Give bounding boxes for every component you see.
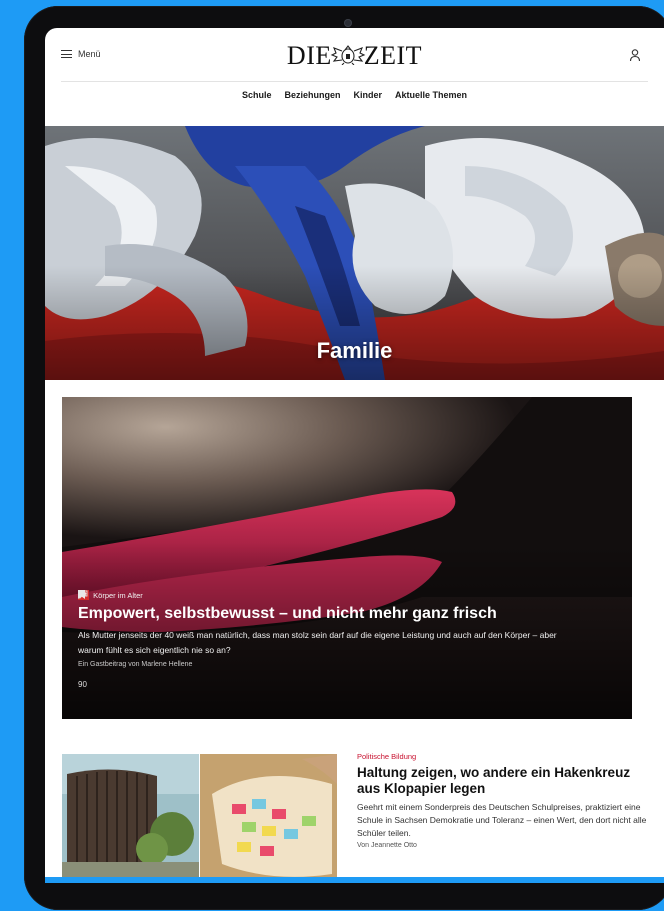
bookmark-icon[interactable]: [78, 590, 85, 599]
logo-text-right: ZEIT: [363, 41, 423, 70]
featured-headline[interactable]: Empowert, selbstbewusst – und nicht mehr…: [78, 604, 562, 624]
zeit-logo[interactable]: DIE ZEIT: [45, 41, 664, 71]
header-divider: [61, 81, 648, 82]
section-title: Familie: [316, 338, 393, 363]
featured-author: Ein Gastbeitrag von Marlene Hellene: [78, 661, 193, 668]
featured-article-text: Z+ Körper im Alter Empowert, selbstbewus…: [78, 590, 562, 689]
featured-article[interactable]: Z+ Körper im Alter Empowert, selbstbewus…: [62, 397, 632, 719]
article2-image[interactable]: [62, 754, 337, 883]
nav-item-aktuelle-themen[interactable]: Aktuelle Themen: [395, 90, 467, 100]
sub-navigation: Schule Beziehungen Kinder Aktuelle Theme…: [45, 90, 664, 100]
featured-summary: Als Mutter jenseits der 40 weiß man natü…: [78, 630, 557, 655]
user-icon[interactable]: [629, 48, 641, 62]
article2-summary: Geehrt mit einem Sonderpreis des Deutsch…: [357, 802, 647, 838]
hero-banner: Familie: [45, 126, 664, 380]
comments-link[interactable]: 90: [78, 590, 88, 689]
site-header: Menü DIE ZEIT: [45, 28, 664, 82]
logo-text-left: DIE: [286, 41, 332, 70]
article2-photo: [62, 754, 337, 883]
screen: Menü DIE ZEIT Schule Beziehungen Kinder: [45, 28, 664, 883]
featured-kicker-label: Körper im Alter: [93, 590, 143, 600]
featured-kicker: Z+ Körper im Alter: [78, 590, 562, 600]
camera-dot: [344, 19, 352, 27]
article2-author: Von Jeannette Otto: [357, 842, 417, 849]
comment-count: 90: [78, 680, 87, 689]
featured-actions: 90: [78, 590, 562, 689]
bottom-edge: [45, 877, 664, 883]
article2-headline[interactable]: Haltung zeigen, wo andere ein Hakenkreuz…: [357, 765, 647, 797]
nav-item-beziehungen[interactable]: Beziehungen: [284, 90, 340, 100]
article2-kicker: Politische Bildung: [357, 752, 417, 761]
article2-text: Politische Bildung Haltung zeigen, wo an…: [357, 752, 647, 849]
nav-item-kinder[interactable]: Kinder: [353, 90, 382, 100]
nav-item-schule[interactable]: Schule: [242, 90, 272, 100]
crest-icon: [330, 45, 366, 65]
